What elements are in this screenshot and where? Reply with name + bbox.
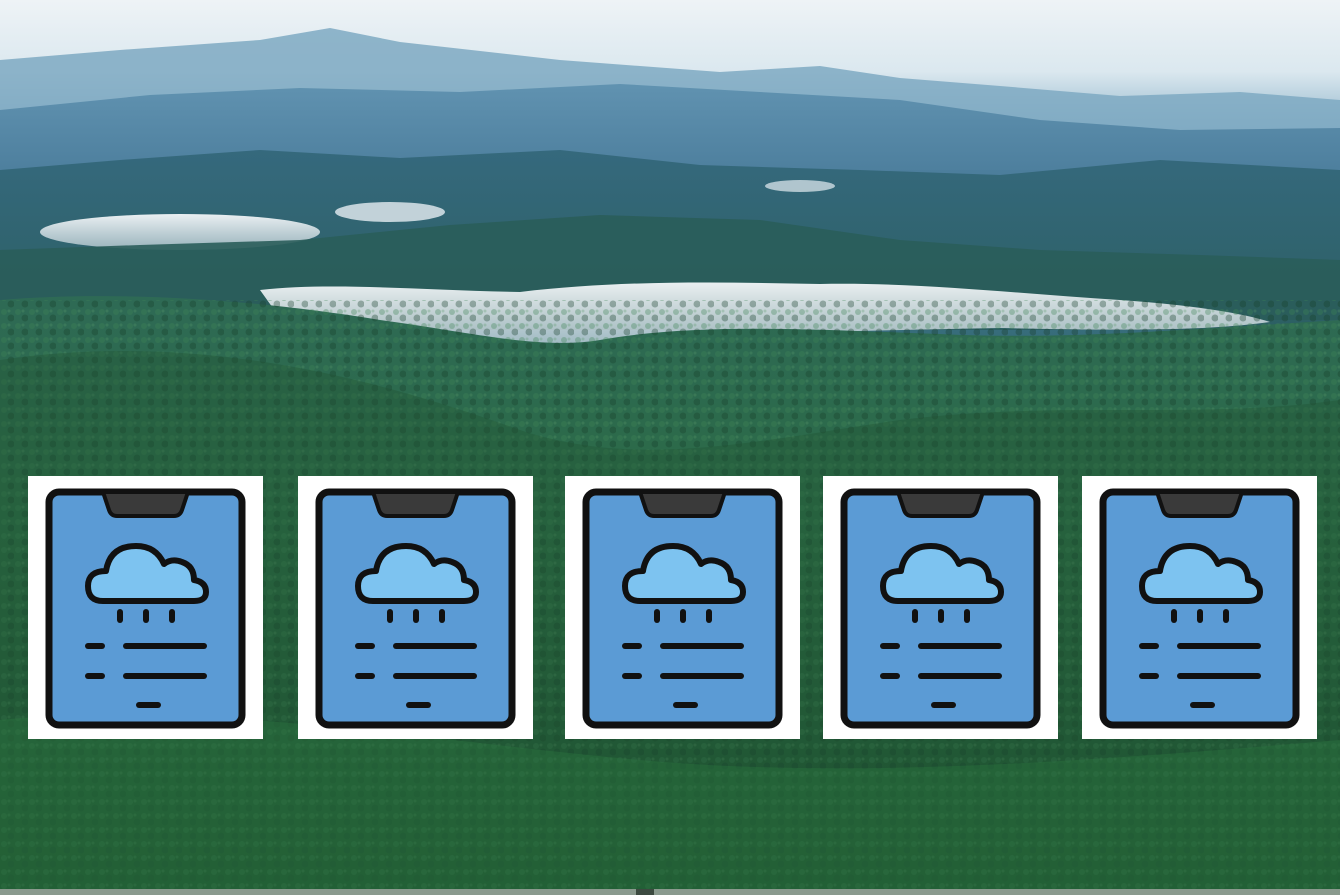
weather-card[interactable] bbox=[298, 476, 533, 739]
weather-app-phone-icon bbox=[45, 488, 246, 729]
weather-card-row bbox=[0, 0, 1340, 895]
weather-app-phone-icon bbox=[582, 488, 783, 729]
weather-card[interactable] bbox=[565, 476, 800, 739]
bottom-scrollbar[interactable] bbox=[0, 889, 1340, 895]
scrollbar-handle[interactable] bbox=[636, 889, 654, 895]
slide-canvas bbox=[0, 0, 1340, 895]
weather-app-phone-icon bbox=[840, 488, 1041, 729]
weather-app-phone-icon bbox=[1099, 488, 1300, 729]
weather-app-phone-icon bbox=[315, 488, 516, 729]
weather-card[interactable] bbox=[823, 476, 1058, 739]
weather-card[interactable] bbox=[1082, 476, 1317, 739]
weather-card[interactable] bbox=[28, 476, 263, 739]
